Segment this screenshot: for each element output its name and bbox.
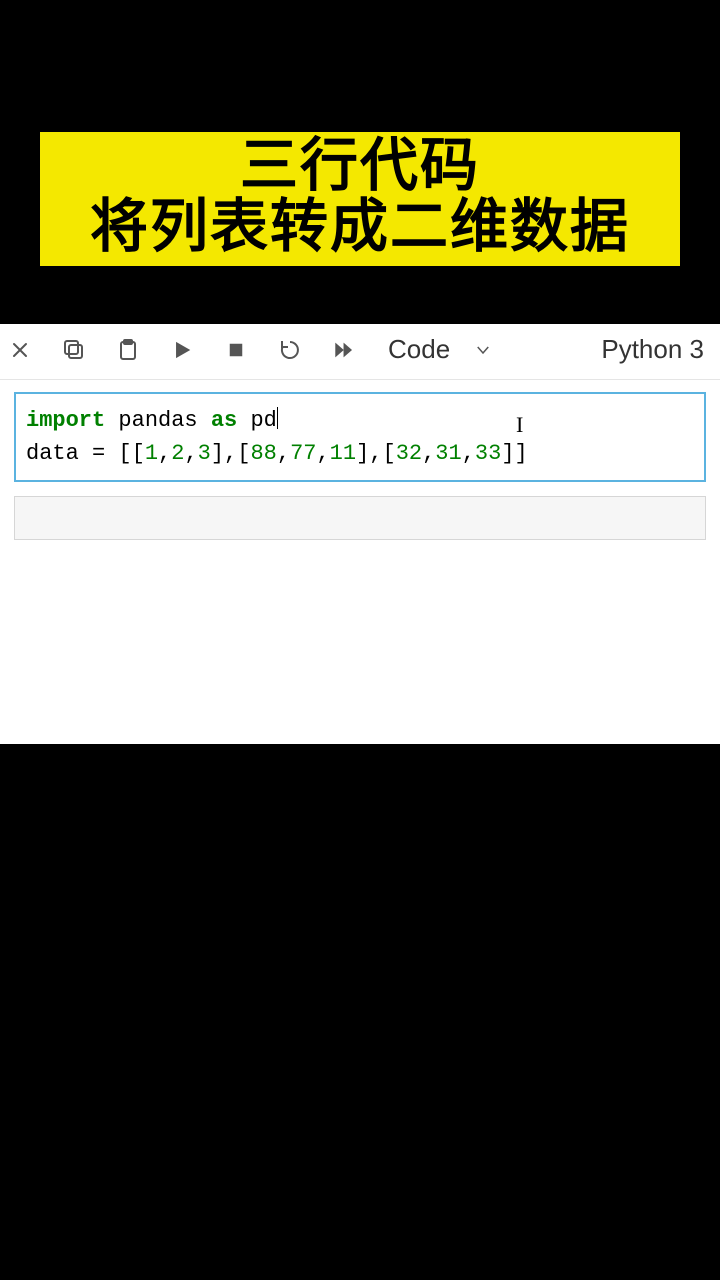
num: 3 xyxy=(198,441,211,466)
num: 33 xyxy=(475,441,501,466)
run-icon[interactable] xyxy=(168,336,196,364)
banner-line-2: 将列表转成二维数据 xyxy=(40,197,680,258)
kernel-indicator[interactable]: Python 3 xyxy=(601,334,714,365)
num: 31 xyxy=(435,441,461,466)
chevron-down-icon xyxy=(474,341,492,359)
alias-pd: pd xyxy=(237,408,277,433)
keyword-import: import xyxy=(26,408,105,433)
code-cell-active[interactable]: import pandas as pd data = [[1,2,3],[88,… xyxy=(14,392,706,482)
paste-icon[interactable] xyxy=(114,336,142,364)
bracket: ],[ xyxy=(211,441,251,466)
comma: , xyxy=(462,441,475,466)
comma: , xyxy=(277,441,290,466)
banner-line-1: 三行代码 xyxy=(40,136,680,197)
comma: , xyxy=(184,441,197,466)
cut-icon[interactable] xyxy=(6,336,34,364)
notebook-toolbar: Code Python 3 xyxy=(0,324,720,380)
copy-icon[interactable] xyxy=(60,336,88,364)
jupyter-notebook: Code Python 3 import pandas as pd data =… xyxy=(0,324,720,744)
bracket: ],[ xyxy=(356,441,396,466)
title-banner: 三行代码 将列表转成二维数据 xyxy=(40,132,680,266)
num: 1 xyxy=(145,441,158,466)
cells-container: import pandas as pd data = [[1,2,3],[88,… xyxy=(0,380,720,566)
restart-icon[interactable] xyxy=(276,336,304,364)
num: 11 xyxy=(330,441,356,466)
comma: , xyxy=(316,441,329,466)
cell-type-label: Code xyxy=(388,334,450,365)
text-caret xyxy=(277,407,278,429)
num: 88 xyxy=(250,441,276,466)
text-cursor-icon: I xyxy=(516,408,523,441)
fast-forward-icon[interactable] xyxy=(330,336,358,364)
num: 32 xyxy=(396,441,422,466)
cell-type-selector[interactable]: Code xyxy=(388,334,492,365)
comma: , xyxy=(158,441,171,466)
bracket-end: ]] xyxy=(501,441,527,466)
code-cell-empty[interactable] xyxy=(14,496,706,540)
code-line2-prefix: data = [[ xyxy=(26,441,145,466)
num: 77 xyxy=(290,441,316,466)
stop-icon[interactable] xyxy=(222,336,250,364)
num: 2 xyxy=(171,441,184,466)
module-pandas: pandas xyxy=(105,408,211,433)
keyword-as: as xyxy=(211,408,237,433)
comma: , xyxy=(422,441,435,466)
